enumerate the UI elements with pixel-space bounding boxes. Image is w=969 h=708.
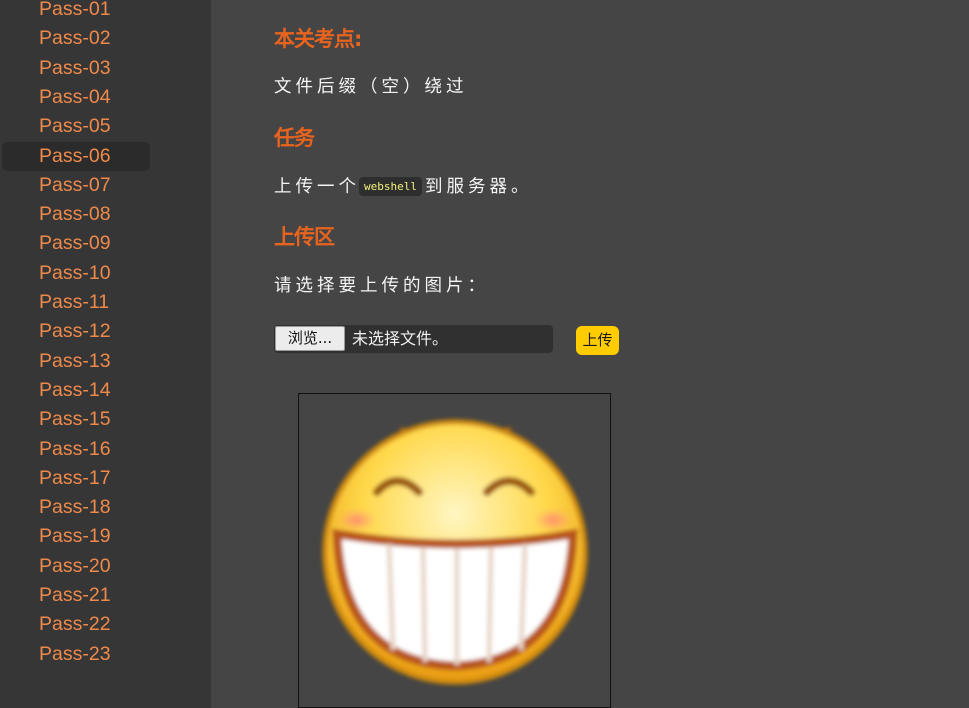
sidebar-item-pass-21[interactable]: Pass-21: [2, 581, 150, 610]
sidebar-item-pass-12[interactable]: Pass-12: [2, 317, 150, 346]
keypoint-text: 文件后缀（空）绕过: [274, 77, 468, 97]
sidebar-item-pass-10[interactable]: Pass-10: [2, 259, 150, 288]
sidebar-item-pass-17[interactable]: Pass-17: [2, 464, 150, 493]
sidebar-item-pass-09[interactable]: Pass-09: [2, 229, 150, 258]
sidebar-item-pass-11[interactable]: Pass-11: [2, 288, 150, 317]
sidebar-item-pass-22[interactable]: Pass-22: [2, 610, 150, 639]
sidebar-item-pass-19[interactable]: Pass-19: [2, 522, 150, 551]
sidebar-item-pass-16[interactable]: Pass-16: [2, 435, 150, 464]
sidebar-item-pass-06[interactable]: Pass-06: [2, 141, 150, 171]
webshell-code: webshell: [359, 177, 422, 196]
sidebar-item-pass-20[interactable]: Pass-20: [2, 552, 150, 581]
sidebar-item-pass-18[interactable]: Pass-18: [2, 493, 150, 522]
sidebar-item-pass-05[interactable]: Pass-05: [2, 112, 150, 141]
sidebar-item-pass-15[interactable]: Pass-15: [2, 405, 150, 434]
sidebar-nav: Pass-01 Pass-02 Pass-03 Pass-04 Pass-05 Pass-…: [0, 0, 211, 708]
upload-prompt: 请选择要上传的图片：: [274, 276, 489, 296]
task-prefix: 上传一个: [274, 177, 360, 197]
upload-button[interactable]: 上传: [576, 326, 619, 355]
upload-heading: 上传区: [274, 225, 335, 249]
sidebar-item-pass-04[interactable]: Pass-04: [2, 83, 150, 112]
keypoint-heading: 本关考点:: [274, 27, 362, 51]
sidebar-item-pass-02[interactable]: Pass-02: [2, 24, 150, 53]
sidebar-item-pass-23[interactable]: Pass-23: [2, 640, 150, 669]
sidebar-item-pass-14[interactable]: Pass-14: [2, 376, 150, 405]
file-input[interactable]: 浏览... 未选择文件。: [274, 325, 553, 353]
sidebar-item-pass-13[interactable]: Pass-13: [2, 347, 150, 376]
sidebar-item-pass-01[interactable]: Pass-01: [2, 0, 150, 24]
task-heading: 任务: [274, 126, 315, 150]
sidebar-item-pass-03[interactable]: Pass-03: [2, 54, 150, 83]
task-suffix: 到服务器。: [424, 177, 533, 197]
browse-button[interactable]: 浏览...: [275, 326, 345, 351]
task-text: 上传一个 webshell 到服务器。: [274, 173, 532, 198]
file-status-text: 未选择文件。: [352, 329, 449, 348]
main-content: 本关考点: 文件后缀（空）绕过 任务 上传一个 webshell 到服务器。 上传区…: [211, 0, 969, 708]
sidebar-item-pass-07[interactable]: Pass-07: [2, 171, 150, 200]
laughing-emoji-icon: [322, 419, 588, 685]
sidebar-item-pass-08[interactable]: Pass-08: [2, 200, 150, 229]
image-preview: [298, 393, 611, 708]
